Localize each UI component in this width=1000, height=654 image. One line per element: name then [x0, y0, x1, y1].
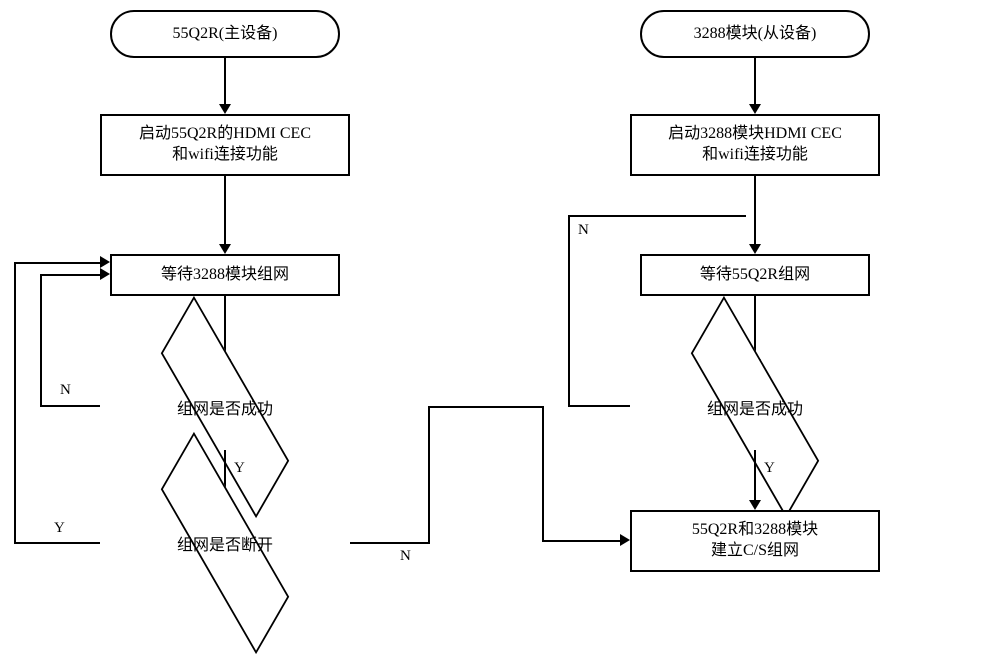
edge: [754, 450, 756, 502]
edge: [542, 406, 544, 542]
process-right-2-label: 等待55Q2R组网: [700, 265, 810, 286]
label-y: Y: [234, 460, 245, 477]
decision-right-1: 组网是否成功: [625, 362, 885, 452]
arrow: [100, 256, 110, 268]
edge: [542, 540, 622, 542]
edge: [224, 176, 226, 246]
arrow: [749, 244, 761, 254]
edge: [40, 274, 42, 407]
terminal-right-label: 3288模块(从设备): [694, 24, 817, 45]
label-y: Y: [764, 460, 775, 477]
terminal-left-label: 55Q2R(主设备): [173, 24, 278, 45]
process-left-2-label: 等待3288模块组网: [161, 265, 289, 286]
process-left-1-label: 启动55Q2R的HDMI CEC 和wifi连接功能: [139, 124, 311, 166]
edge: [568, 405, 630, 407]
decision-left-1-label: 组网是否成功: [95, 395, 355, 419]
process-right-2: 等待55Q2R组网: [640, 254, 870, 296]
process-left-1: 启动55Q2R的HDMI CEC 和wifi连接功能: [100, 114, 350, 176]
decision-left-2: 组网是否断开: [95, 498, 355, 588]
edge: [350, 542, 430, 544]
edge: [14, 542, 100, 544]
decision-left-1: 组网是否成功: [95, 362, 355, 452]
process-right-1-label: 启动3288模块HDMI CEC 和wifi连接功能: [668, 124, 842, 166]
label-n: N: [578, 222, 589, 239]
edge: [568, 215, 746, 217]
process-right-3: 55Q2R和3288模块 建立C/S组网: [630, 510, 880, 572]
edge: [14, 262, 16, 544]
label-n: N: [60, 382, 71, 399]
edge: [14, 262, 102, 264]
edge: [754, 176, 756, 246]
edge: [40, 405, 100, 407]
edge: [428, 406, 544, 408]
arrow: [749, 104, 761, 114]
arrow: [749, 500, 761, 510]
edge: [568, 215, 570, 407]
process-left-2: 等待3288模块组网: [110, 254, 340, 296]
arrow: [620, 534, 630, 546]
edge: [40, 274, 102, 276]
process-right-3-label: 55Q2R和3288模块 建立C/S组网: [692, 520, 818, 562]
terminal-left: 55Q2R(主设备): [110, 10, 340, 58]
edge: [754, 58, 756, 106]
label-y: Y: [54, 520, 65, 537]
decision-left-2-label: 组网是否断开: [95, 531, 355, 555]
arrow: [100, 268, 110, 280]
arrow: [219, 244, 231, 254]
terminal-right: 3288模块(从设备): [640, 10, 870, 58]
label-n: N: [400, 548, 411, 565]
decision-right-1-label: 组网是否成功: [625, 395, 885, 419]
process-right-1: 启动3288模块HDMI CEC 和wifi连接功能: [630, 114, 880, 176]
arrow: [219, 104, 231, 114]
edge: [428, 406, 430, 544]
edge: [224, 58, 226, 106]
